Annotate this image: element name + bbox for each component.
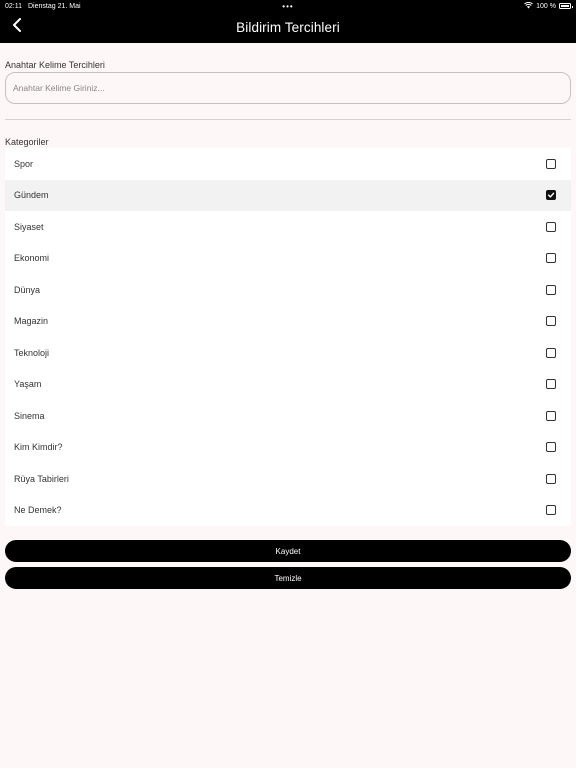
keyword-section-label: Anahtar Kelime Tercihleri <box>5 60 105 70</box>
category-label: Ekonomi <box>14 253 50 264</box>
category-label: Sinema <box>14 410 45 421</box>
category-label: Magazin <box>14 316 49 327</box>
category-row[interactable]: Sinema <box>5 400 571 432</box>
checkbox-icon[interactable] <box>546 347 556 358</box>
divider <box>5 119 571 120</box>
battery-icon <box>559 3 573 9</box>
category-label: Teknoloji <box>14 347 50 358</box>
category-row[interactable]: Gündem <box>5 179 571 211</box>
checkbox-icon[interactable] <box>546 316 556 327</box>
category-row[interactable]: Spor <box>5 148 571 180</box>
category-row[interactable]: Dünya <box>5 274 571 306</box>
clear-button[interactable]: Temizle <box>5 567 571 589</box>
page-title: Bildirim Tercihleri <box>236 20 340 35</box>
status-bar: 02:11 Dienstag 21. Mai ••• 100 % <box>0 0 576 12</box>
category-label: Rüya Tabirleri <box>14 473 69 484</box>
clear-button-label: Temizle <box>274 573 302 583</box>
navigation-bar: Bildirim Tercihleri <box>0 12 576 43</box>
category-row[interactable]: Ekonomi <box>5 243 571 275</box>
category-row[interactable]: Magazin <box>5 306 571 338</box>
status-time: 02:11 <box>5 2 22 10</box>
back-button[interactable] <box>8 17 26 37</box>
category-row[interactable]: Rüya Tabirleri <box>5 463 571 495</box>
checkbox-checked-icon[interactable] <box>546 190 556 201</box>
category-row[interactable]: Kim Kimdir? <box>5 432 571 464</box>
checkbox-icon[interactable] <box>546 505 556 516</box>
checkbox-icon[interactable] <box>546 253 556 264</box>
category-label: Yaşam <box>14 379 42 390</box>
category-label: Dünya <box>14 284 41 295</box>
keyword-input[interactable] <box>5 72 571 104</box>
save-button-label: Kaydet <box>275 546 301 556</box>
checkbox-icon[interactable] <box>546 410 556 421</box>
chevron-left-icon <box>12 17 22 37</box>
category-row[interactable]: Teknoloji <box>5 337 571 369</box>
multitasking-dots[interactable]: ••• <box>282 2 293 11</box>
category-row[interactable]: Ne Demek? <box>5 495 571 527</box>
battery-percent: 100 % <box>536 2 556 10</box>
category-label: Gündem <box>14 190 49 201</box>
checkbox-icon[interactable] <box>546 442 556 453</box>
save-button[interactable]: Kaydet <box>5 540 571 562</box>
categories-section-label: Kategoriler <box>5 137 49 147</box>
category-label: Kim Kimdir? <box>14 442 63 453</box>
wifi-icon <box>524 1 533 11</box>
category-label: Ne Demek? <box>14 505 62 516</box>
category-label: Spor <box>14 158 34 169</box>
checkbox-icon[interactable] <box>546 473 556 484</box>
status-right: 100 % <box>524 0 573 12</box>
checkbox-icon[interactable] <box>546 221 556 232</box>
category-row[interactable]: Yaşam <box>5 369 571 401</box>
category-label: Siyaset <box>14 221 44 232</box>
checkbox-icon[interactable] <box>546 158 556 169</box>
status-date: Dienstag 21. Mai <box>28 2 81 10</box>
category-row[interactable]: Siyaset <box>5 211 571 243</box>
category-list: Spor Gündem Siyaset Ekonomi Dünya Magazin Tekn… <box>5 148 571 526</box>
checkbox-icon[interactable] <box>546 379 556 390</box>
checkbox-icon[interactable] <box>546 284 556 295</box>
